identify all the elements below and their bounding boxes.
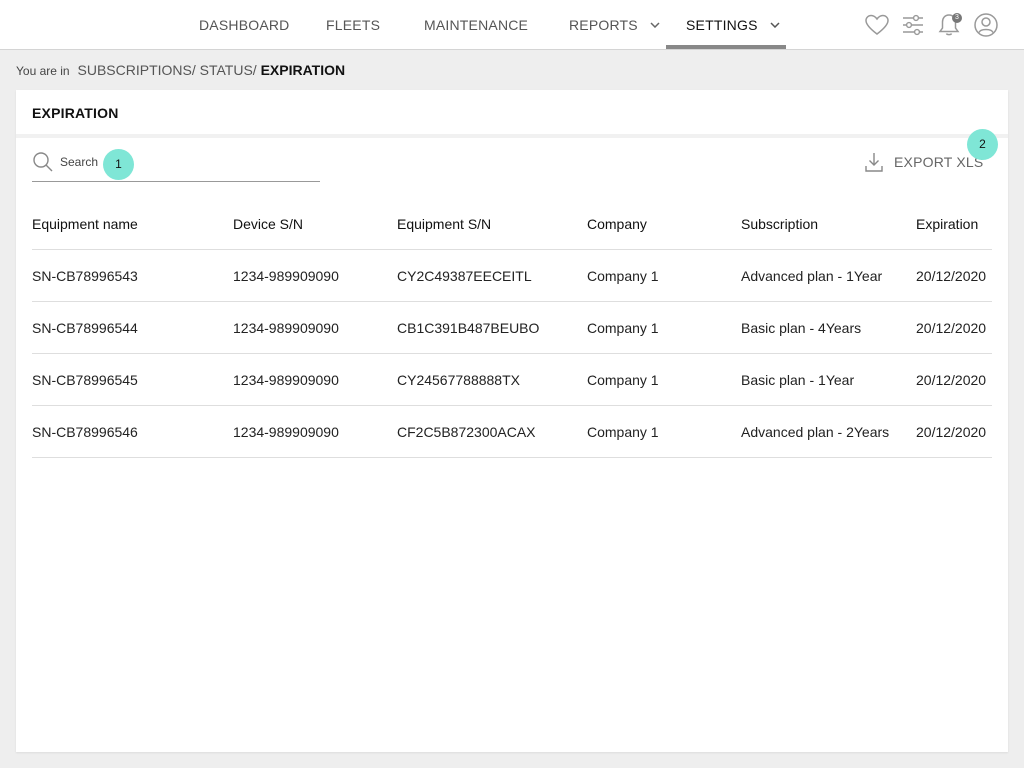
- nav-settings[interactable]: SETTINGS: [686, 0, 780, 49]
- export-xls-button[interactable]: EXPORT XLS: [864, 150, 983, 174]
- expiration-card: EXPIRATION 1 EXPORT XLS 2 Equipment name…: [16, 90, 1008, 752]
- nav-fleets-label: FLEETS: [326, 17, 381, 33]
- table-row[interactable]: SN-CB78996546 1234-989909090 CF2C5B87230…: [32, 406, 992, 458]
- table-cell: Company 1: [587, 372, 659, 388]
- sliders-icon[interactable]: [900, 12, 926, 38]
- breadcrumb: You are in SUBSCRIPTIONS/ STATUS/ EXPIRA…: [16, 62, 345, 78]
- table-cell: Company 1: [587, 320, 659, 336]
- annotation-marker-1: 1: [103, 149, 134, 180]
- table-cell: CB1C391B487BEUBO: [397, 320, 540, 336]
- chevron-down-icon: [770, 22, 780, 28]
- column-header[interactable]: Subscription: [741, 198, 818, 250]
- active-tab-indicator: [666, 45, 786, 49]
- nav-fleets[interactable]: FLEETS: [326, 0, 380, 49]
- annotation-marker-2: 2: [967, 129, 998, 160]
- table-cell: SN-CB78996546: [32, 424, 138, 440]
- table-cell: 1234-989909090: [233, 372, 339, 388]
- expiration-table: Equipment name Device S/N Equipment S/N …: [32, 198, 992, 458]
- nav-maintenance-label: MAINTENANCE: [424, 17, 529, 33]
- export-xls-label: EXPORT XLS: [894, 154, 984, 170]
- search-input[interactable]: [60, 155, 260, 169]
- search-icon: [33, 152, 53, 172]
- table-cell: Advanced plan - 1Year: [741, 268, 883, 284]
- breadcrumb-path[interactable]: SUBSCRIPTIONS/ STATUS/: [78, 62, 257, 78]
- table-cell: Basic plan - 4Years: [741, 320, 862, 336]
- nav-dashboard-label: DASHBOARD: [199, 17, 290, 33]
- table-row[interactable]: SN-CB78996545 1234-989909090 CY245677888…: [32, 354, 992, 406]
- table-cell: 1234-989909090: [233, 320, 339, 336]
- column-header[interactable]: Company: [587, 198, 647, 250]
- table-cell: 1234-989909090: [233, 268, 339, 284]
- table-cell: 20/12/2020: [916, 320, 987, 336]
- top-nav-bar: DASHBOARD FLEETS MAINTENANCE REPORTS SET…: [0, 0, 1024, 50]
- nav-maintenance[interactable]: MAINTENANCE: [424, 0, 528, 49]
- chevron-down-icon: [650, 22, 660, 28]
- table-cell: Company 1: [587, 424, 659, 440]
- column-header[interactable]: Expiration: [916, 198, 978, 250]
- table-header-row: Equipment name Device S/N Equipment S/N …: [32, 198, 992, 250]
- table-cell: 20/12/2020: [916, 372, 987, 388]
- nav-settings-label: SETTINGS: [686, 17, 758, 33]
- nav-dashboard[interactable]: DASHBOARD: [199, 0, 289, 49]
- table-cell: CY24567788888TX: [397, 372, 520, 388]
- table-cell: 20/12/2020: [916, 268, 987, 284]
- table-cell: 20/12/2020: [916, 424, 987, 440]
- table-row[interactable]: SN-CB78996544 1234-989909090 CB1C391B487…: [32, 302, 992, 354]
- nav-reports[interactable]: REPORTS: [569, 0, 660, 49]
- table-cell: 1234-989909090: [233, 424, 339, 440]
- table-cell: SN-CB78996545: [32, 372, 138, 388]
- download-icon: [865, 153, 883, 172]
- heart-icon[interactable]: [864, 12, 890, 38]
- table-cell: Company 1: [587, 268, 659, 284]
- table-cell: SN-CB78996544: [32, 320, 138, 336]
- table-cell: Advanced plan - 2Years: [741, 424, 890, 440]
- table-cell: CY2C49387EECEITL: [397, 268, 532, 284]
- table-cell: SN-CB78996543: [32, 268, 138, 284]
- card-divider: [16, 134, 1008, 138]
- notification-badge: 3: [952, 13, 962, 23]
- table-cell: Basic plan - 1Year: [741, 372, 855, 388]
- breadcrumb-current: EXPIRATION: [260, 62, 346, 78]
- column-header[interactable]: Equipment S/N: [397, 198, 491, 250]
- nav-reports-label: REPORTS: [569, 17, 638, 33]
- column-header[interactable]: Equipment name: [32, 198, 138, 250]
- column-header[interactable]: Device S/N: [233, 198, 303, 250]
- table-cell: CF2C5B872300ACAX: [397, 424, 536, 440]
- table-row[interactable]: SN-CB78996543 1234-989909090 CY2C49387EE…: [32, 250, 992, 302]
- breadcrumb-prefix: You are in: [16, 64, 70, 78]
- search-box: [32, 148, 320, 182]
- page-title: EXPIRATION: [32, 105, 119, 121]
- user-icon[interactable]: [973, 12, 999, 38]
